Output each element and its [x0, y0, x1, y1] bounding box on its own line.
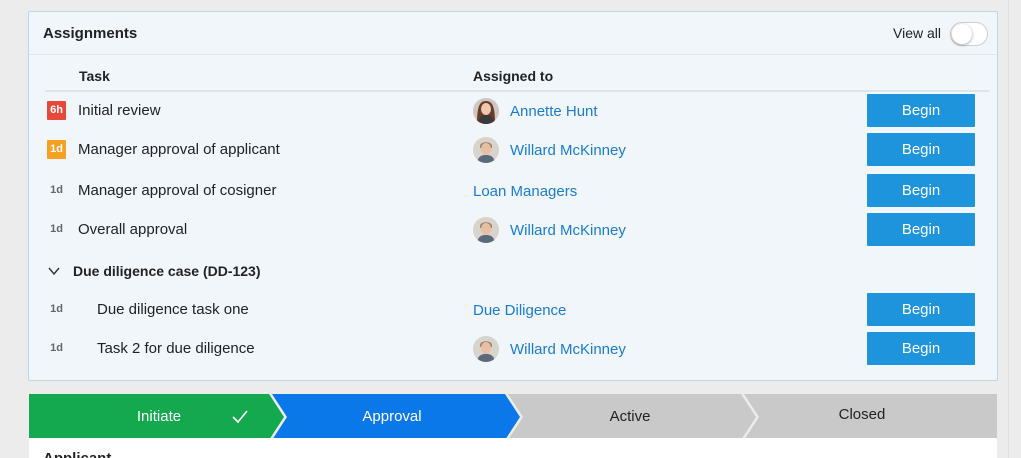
task-name[interactable]: Manager approval of applicant [78, 141, 280, 158]
assignment-row: 1d Overall approval Willard McKinney Beg… [29, 211, 997, 249]
column-header-task: Task [79, 68, 110, 84]
assignee[interactable]: Willard McKinney [473, 215, 626, 245]
task-name[interactable]: Overall approval [78, 221, 187, 238]
task-name[interactable]: Manager approval of cosigner [78, 182, 276, 199]
begin-button[interactable]: Begin [867, 293, 975, 326]
column-header-assigned-to: Assigned to [473, 68, 554, 84]
chevron-down-icon[interactable] [47, 264, 61, 278]
assignments-panel: Assignments View all Task Assigned to 6h… [28, 11, 998, 381]
begin-button[interactable]: Begin [867, 94, 975, 127]
assignment-row: 1d Manager approval of applicant Willard… [29, 131, 997, 169]
assignee[interactable]: Willard McKinney [473, 334, 626, 364]
begin-button[interactable]: Begin [867, 133, 975, 166]
urgency-badge: 1d [50, 303, 63, 315]
check-icon [232, 410, 248, 424]
panel-header: Assignments View all [29, 12, 997, 55]
assignment-row: 1d Due diligence task one Due Diligence … [29, 291, 997, 329]
view-all-toggle[interactable] [950, 22, 988, 46]
assignee[interactable]: Annette Hunt [473, 96, 598, 126]
urgency-badge: 1d [50, 184, 63, 196]
stage-initiate-label: Initiate [136, 408, 182, 425]
stage-closed-label: Closed [838, 406, 886, 423]
urgency-badge: 1d [50, 342, 63, 354]
urgency-badge: 1d [50, 223, 63, 235]
urgency-badge: 6h [47, 101, 66, 120]
task-name[interactable]: Due diligence task one [97, 301, 249, 318]
assignee[interactable]: Loan Managers [473, 176, 577, 206]
urgency-badge: 1d [47, 140, 66, 159]
assignment-row: 1d Task 2 for due diligence Willard McKi… [29, 330, 997, 368]
assignee-link[interactable]: Annette Hunt [510, 103, 598, 120]
assignee-link[interactable]: Loan Managers [473, 183, 577, 200]
task-name[interactable]: Task 2 for due diligence [97, 340, 255, 357]
begin-button[interactable]: Begin [867, 213, 975, 246]
begin-button[interactable]: Begin [867, 332, 975, 365]
stage-active-label: Active [609, 408, 651, 425]
assignee[interactable]: Due Diligence [473, 295, 566, 325]
group-header[interactable]: Due diligence case (DD-123) [29, 257, 997, 287]
stage-approval-label: Approval [362, 408, 422, 425]
section-title: Applicant [43, 450, 111, 458]
assignee[interactable]: Willard McKinney [473, 135, 626, 165]
toggle-knob [952, 24, 972, 44]
male-avatar [473, 217, 499, 243]
stage-progress-bar: Initiate Approval Active Closed [29, 394, 997, 440]
male-avatar [473, 336, 499, 362]
assignee-link[interactable]: Willard McKinney [510, 142, 626, 159]
begin-button[interactable]: Begin [867, 174, 975, 207]
panel-title: Assignments [43, 25, 138, 42]
task-name[interactable]: Initial review [78, 102, 161, 119]
group-label: Due diligence case (DD-123) [73, 263, 261, 279]
applicant-section: Applicant [29, 438, 997, 458]
male-avatar [473, 137, 499, 163]
assignee-link[interactable]: Willard McKinney [510, 222, 626, 239]
assignment-row: 6h Initial review Annette Hunt Begin [29, 92, 997, 130]
scrollbar-track [1008, 0, 1021, 458]
view-all-label: View all [893, 25, 941, 41]
female-avatar [473, 98, 499, 124]
assignee-link[interactable]: Due Diligence [473, 302, 566, 319]
assignee-link[interactable]: Willard McKinney [510, 341, 626, 358]
assignment-row: 1d Manager approval of cosigner Loan Man… [29, 172, 997, 210]
